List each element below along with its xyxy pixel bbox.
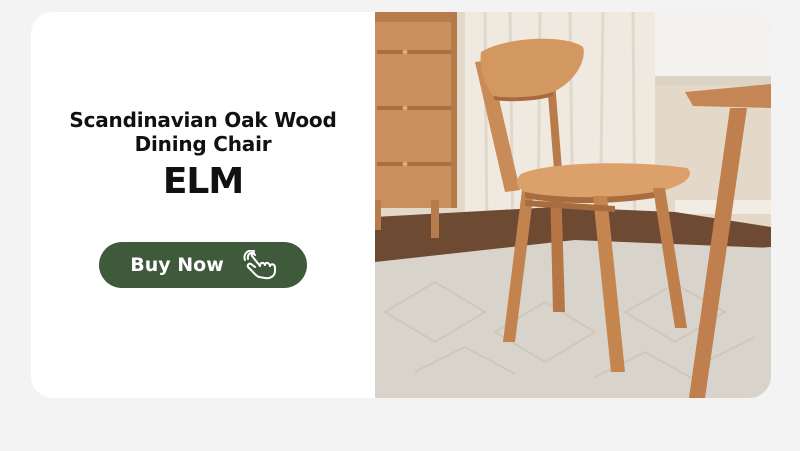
subtitle-line-1: Scandinavian Oak Wood	[69, 108, 337, 132]
oak-dining-chair-photo	[375, 12, 771, 398]
hand-pointer-icon	[242, 250, 280, 280]
promo-banner: Scandinavian Oak Wood Dining Chair ELM B…	[31, 12, 771, 398]
buy-now-label: Buy Now	[130, 254, 224, 276]
product-subtitle: Scandinavian Oak Wood Dining Chair	[53, 108, 353, 156]
buy-now-button[interactable]: Buy Now	[99, 242, 307, 288]
brand-name: ELM	[162, 161, 244, 202]
promo-text-panel: Scandinavian Oak Wood Dining Chair ELM B…	[31, 12, 375, 398]
subtitle-line-2: Dining Chair	[134, 132, 272, 156]
